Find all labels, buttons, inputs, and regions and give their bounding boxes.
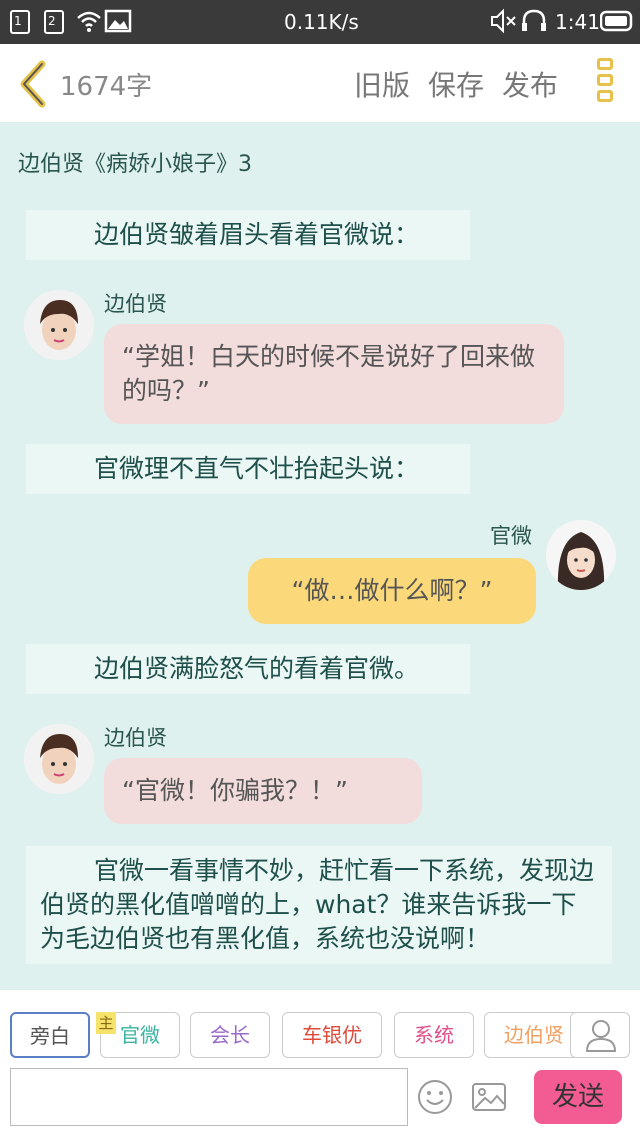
add-role-button[interactable] xyxy=(570,1012,630,1058)
message-input[interactable] xyxy=(10,1068,408,1126)
more-menu-icon[interactable] xyxy=(590,58,620,110)
dialogue-bubble[interactable]: “做…做什么啊？” xyxy=(248,558,536,624)
story-title: 边伯贤《病娇小娘子》3 xyxy=(18,152,252,177)
network-speed: 0.11K/s xyxy=(284,10,359,34)
narration-block[interactable]: 边伯贤皱着眉头看着官微说： xyxy=(26,210,470,260)
publish-button[interactable]: 发布 xyxy=(502,64,558,104)
back-arrow-icon[interactable] xyxy=(14,60,54,108)
boy-avatar-icon xyxy=(24,724,94,794)
role-button-cheyinyou[interactable]: 车银优 xyxy=(282,1012,382,1058)
role-button-bianboxian[interactable]: 边伯贤 xyxy=(484,1012,584,1058)
headphone-icon xyxy=(522,9,546,31)
emoji-icon[interactable] xyxy=(416,1078,454,1116)
sim2-icon: 2 xyxy=(44,10,64,34)
speaker-name: 边伯贤 xyxy=(104,292,167,316)
old-version-button[interactable]: 旧版 xyxy=(354,64,410,104)
main-character-badge: 主 xyxy=(96,1012,116,1034)
role-button-xitong[interactable]: 系统 xyxy=(394,1012,474,1058)
word-count: 1674字 xyxy=(60,72,153,102)
editor-header: 1674字 旧版 保存 发布 xyxy=(0,44,640,122)
save-button[interactable]: 保存 xyxy=(428,64,484,104)
avatar[interactable] xyxy=(24,290,94,360)
wifi-icon xyxy=(77,11,101,32)
role-button-narrator[interactable]: 旁白 xyxy=(10,1012,90,1058)
dialogue-bubble[interactable]: “官微！你骗我？！” xyxy=(104,758,422,824)
speaker-name: 官微 xyxy=(490,524,532,548)
speaker-name: 边伯贤 xyxy=(104,726,167,750)
narration-block[interactable]: 官微理不直气不壮抬起头说： xyxy=(26,444,470,494)
clock: 1:41 xyxy=(555,10,600,34)
battery-icon xyxy=(600,10,633,32)
user-icon xyxy=(585,1020,617,1052)
narration-block[interactable]: 官微一看事情不妙，赶忙看一下系统，发现边伯贤的黑化值噌噌的上，what？谁来告诉… xyxy=(26,846,612,964)
narration-block[interactable]: 边伯贤满脸怒气的看着官微。 xyxy=(26,644,470,694)
image-notification-icon xyxy=(104,9,132,33)
sim1-icon: 1 xyxy=(10,10,30,34)
girl-avatar-icon xyxy=(546,520,616,590)
dialogue-bubble[interactable]: “学姐！白天的时候不是说好了回来做的吗？” xyxy=(104,324,564,424)
mute-icon xyxy=(491,8,516,34)
role-button-huizhang[interactable]: 会长 xyxy=(190,1012,270,1058)
avatar[interactable] xyxy=(24,724,94,794)
avatar[interactable] xyxy=(546,520,616,590)
send-button[interactable]: 发送 xyxy=(534,1070,622,1124)
boy-avatar-icon xyxy=(24,290,94,360)
image-icon[interactable] xyxy=(470,1078,508,1116)
status-bar: 1 2 0.11K/s 1:41 xyxy=(0,0,640,44)
